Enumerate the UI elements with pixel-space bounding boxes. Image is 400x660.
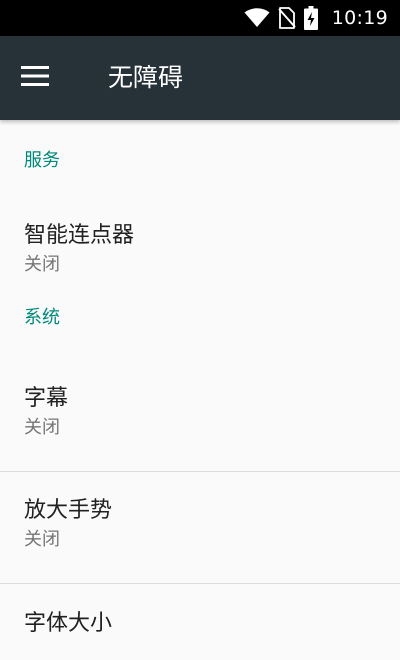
section-header-system: 系统 <box>24 307 60 328</box>
menu-button[interactable] <box>16 58 56 98</box>
pref-summary: 关闭 <box>24 417 60 438</box>
pref-title: 智能连点器 <box>24 223 135 248</box>
app-bar: 无障碍 <box>0 36 400 120</box>
status-bar: 10:19 <box>0 0 400 36</box>
section-header-services: 服务 <box>24 150 60 171</box>
status-time: 10:19 <box>331 7 388 29</box>
page-title: 无障碍 <box>108 63 184 92</box>
menu-icon <box>21 65 51 91</box>
pref-item-magnification-gestures[interactable]: 放大手势 关闭 <box>0 472 400 584</box>
pref-item-captions[interactable]: 字幕 关闭 <box>0 360 400 472</box>
battery-charging-icon <box>303 6 318 30</box>
pref-title: 字体大小 <box>24 611 113 636</box>
pref-item-font-size[interactable]: 字体大小 <box>0 584 400 638</box>
pref-title: 放大手势 <box>24 498 113 523</box>
pref-summary: 关闭 <box>24 254 60 275</box>
wifi-icon <box>244 8 270 28</box>
pref-item-auto-clicker[interactable]: 智能连点器 关闭 <box>0 198 400 288</box>
pref-title: 字幕 <box>24 386 69 411</box>
preference-list[interactable]: 服务 智能连点器 关闭 系统 字幕 关闭 放大手势 关闭 字体大小 <box>0 120 400 660</box>
status-icons: 10:19 <box>244 0 388 36</box>
pref-summary: 关闭 <box>24 529 60 550</box>
no-sim-icon <box>277 7 296 29</box>
